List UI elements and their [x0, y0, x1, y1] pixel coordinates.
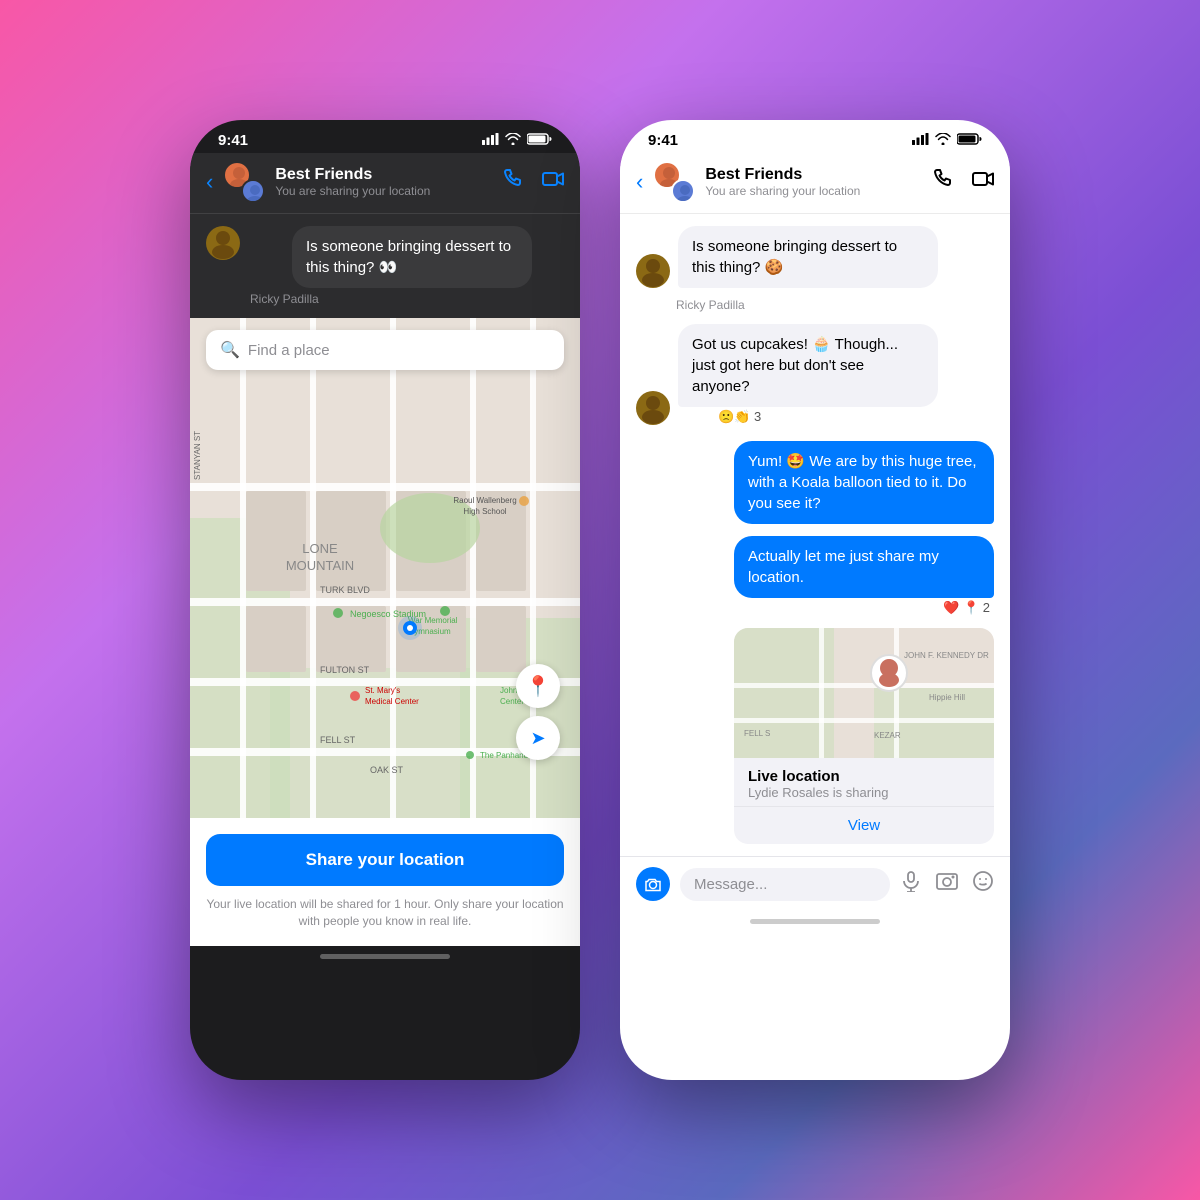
reactions-4: ❤️ 📍 2 [734, 600, 990, 616]
location-card: JOHN F. KENNEDY DR Hippie Hill KEZAR FEL… [734, 628, 994, 844]
msg-avatar-2 [636, 391, 670, 425]
prev-msg-bubble: Is someone bringing dessert to this thin… [292, 226, 532, 288]
status-icons-right [912, 132, 982, 149]
call-icon-right[interactable] [932, 168, 954, 196]
right-phone: 9:41 [620, 120, 1010, 1080]
signal-icon-left [482, 132, 499, 149]
svg-text:LONE: LONE [302, 541, 338, 556]
left-phone: 9:41 [190, 120, 580, 1080]
message-bubble-1: Is someone bringing dessert to this thin… [678, 226, 938, 288]
input-actions [900, 870, 994, 898]
status-bar-right: 9:41 [620, 120, 1010, 153]
message-text-2: Got us cupcakes! 🧁 Though... just got he… [692, 336, 898, 395]
wifi-icon-left [505, 132, 521, 149]
svg-text:JOHN F. KENNEDY DR: JOHN F. KENNEDY DR [904, 651, 989, 660]
sticker-icon[interactable] [972, 870, 994, 898]
status-icons-left [482, 132, 552, 149]
time-right: 9:41 [648, 132, 678, 149]
svg-text:TURK BLVD: TURK BLVD [320, 585, 370, 595]
header-subtitle-left: You are sharing your location [275, 184, 492, 198]
search-icon-map: 🔍 [220, 340, 240, 360]
map-area: STANYAN ST TURK BLVD FULTON ST FELL ST O… [190, 318, 580, 818]
signal-icon-right [912, 132, 929, 149]
view-location-button[interactable]: View [734, 806, 994, 844]
message-bubble-3: Yum! 🤩 We are by this huge tree, with a … [734, 441, 994, 524]
message-bubble-2: Got us cupcakes! 🧁 Though... just got he… [678, 324, 938, 407]
header-actions-right [932, 168, 994, 196]
navigate-button[interactable]: ➤ [516, 716, 560, 760]
video-icon-right[interactable] [972, 168, 994, 196]
wifi-icon-right [935, 132, 951, 149]
group-name-left: Best Friends [275, 166, 492, 184]
svg-text:Raoul Wallenberg: Raoul Wallenberg [453, 496, 516, 505]
svg-text:KEZAR: KEZAR [874, 731, 901, 740]
back-button-right[interactable]: ‹ [636, 169, 643, 195]
svg-text:Medical Center: Medical Center [365, 697, 419, 706]
find-place-bar[interactable]: 🔍 Find a place [206, 330, 564, 370]
sender-label-1: Ricky Padilla [676, 298, 994, 312]
svg-text:FULTON ST: FULTON ST [320, 665, 370, 675]
prev-sender-label: Ricky Padilla [250, 292, 564, 306]
message-row-3: Yum! 🤩 We are by this huge tree, with a … [636, 441, 994, 524]
svg-text:OAK ST: OAK ST [370, 765, 404, 775]
home-indicator-right [750, 919, 880, 924]
message-row-5: JOHN F. KENNEDY DR Hippie Hill KEZAR FEL… [636, 628, 994, 844]
home-indicator-left [320, 954, 450, 959]
message-row-4: Actually let me just share my location. … [636, 536, 994, 616]
location-card-info: Live location Lydie Rosales is sharing [734, 758, 994, 806]
header-info-left: Best Friends You are sharing your locati… [275, 166, 492, 198]
find-place-text: Find a place [248, 342, 330, 359]
group-avatar-right [653, 161, 695, 203]
header-subtitle-right: You are sharing your location [705, 184, 922, 198]
live-location-title: Live location [748, 768, 980, 785]
share-location-button[interactable]: Share your location [206, 834, 564, 886]
live-location-subtitle: Lydie Rosales is sharing [748, 785, 980, 800]
svg-text:STANYAN ST: STANYAN ST [193, 431, 202, 480]
message-text-3: Yum! 🤩 We are by this huge tree, with a … [748, 453, 977, 512]
location-pin-button[interactable]: 📍 [516, 664, 560, 708]
svg-text:High School: High School [463, 507, 506, 516]
svg-text:FELL S: FELL S [744, 729, 770, 738]
group-avatar-left [223, 161, 265, 203]
message-bubble-4: Actually let me just share my location. [734, 536, 994, 598]
msg-avatar-1 [636, 254, 670, 288]
call-icon-left[interactable] [502, 168, 524, 196]
reactions-2: 🙁👏 3 [718, 409, 938, 425]
chat-header-left: ‹ Best Friends You are sharing your loca… [190, 153, 580, 214]
chat-messages: Is someone bringing dessert to this thin… [620, 214, 1010, 856]
chat-input-bar: Message... [620, 856, 1010, 911]
share-location-area: Share your location Your live location w… [190, 818, 580, 946]
battery-icon-left [527, 132, 552, 149]
prev-message-area: Is someone bringing dessert to this thin… [190, 214, 580, 318]
message-text-4: Actually let me just share my location. [748, 548, 939, 586]
svg-text:St. Mary's: St. Mary's [365, 686, 400, 695]
group-name-right: Best Friends [705, 166, 922, 184]
status-bar-left: 9:41 [190, 120, 580, 153]
header-actions-left [502, 168, 564, 196]
microphone-icon[interactable] [900, 870, 922, 898]
camera-button[interactable] [636, 867, 670, 901]
share-disclaimer: Your live location will be shared for 1 … [206, 896, 564, 930]
navigate-icon: ➤ [530, 728, 545, 749]
svg-text:MOUNTAIN: MOUNTAIN [286, 558, 354, 573]
photo-icon[interactable] [936, 870, 958, 898]
video-icon-left[interactable] [542, 168, 564, 196]
message-row-2: Got us cupcakes! 🧁 Though... just got he… [636, 324, 994, 425]
message-text-1: Is someone bringing dessert to this thin… [692, 238, 897, 276]
back-button-left[interactable]: ‹ [206, 169, 213, 195]
chat-header-right: ‹ Best Friends You are sharing your loca… [620, 153, 1010, 214]
pin-icon: 📍 [526, 674, 551, 699]
prev-msg-text: Is someone bringing dessert to this thin… [306, 236, 518, 278]
location-map-preview: JOHN F. KENNEDY DR Hippie Hill KEZAR FEL… [734, 628, 994, 758]
message-input[interactable]: Message... [680, 868, 890, 901]
svg-text:Hippie Hill: Hippie Hill [929, 693, 965, 702]
header-info-right: Best Friends You are sharing your locati… [705, 166, 922, 198]
battery-icon-right [957, 132, 982, 149]
time-left: 9:41 [218, 132, 248, 149]
message-row-1: Is someone bringing dessert to this thin… [636, 226, 994, 288]
svg-text:FELL ST: FELL ST [320, 735, 356, 745]
prev-msg-avatar [206, 226, 240, 260]
